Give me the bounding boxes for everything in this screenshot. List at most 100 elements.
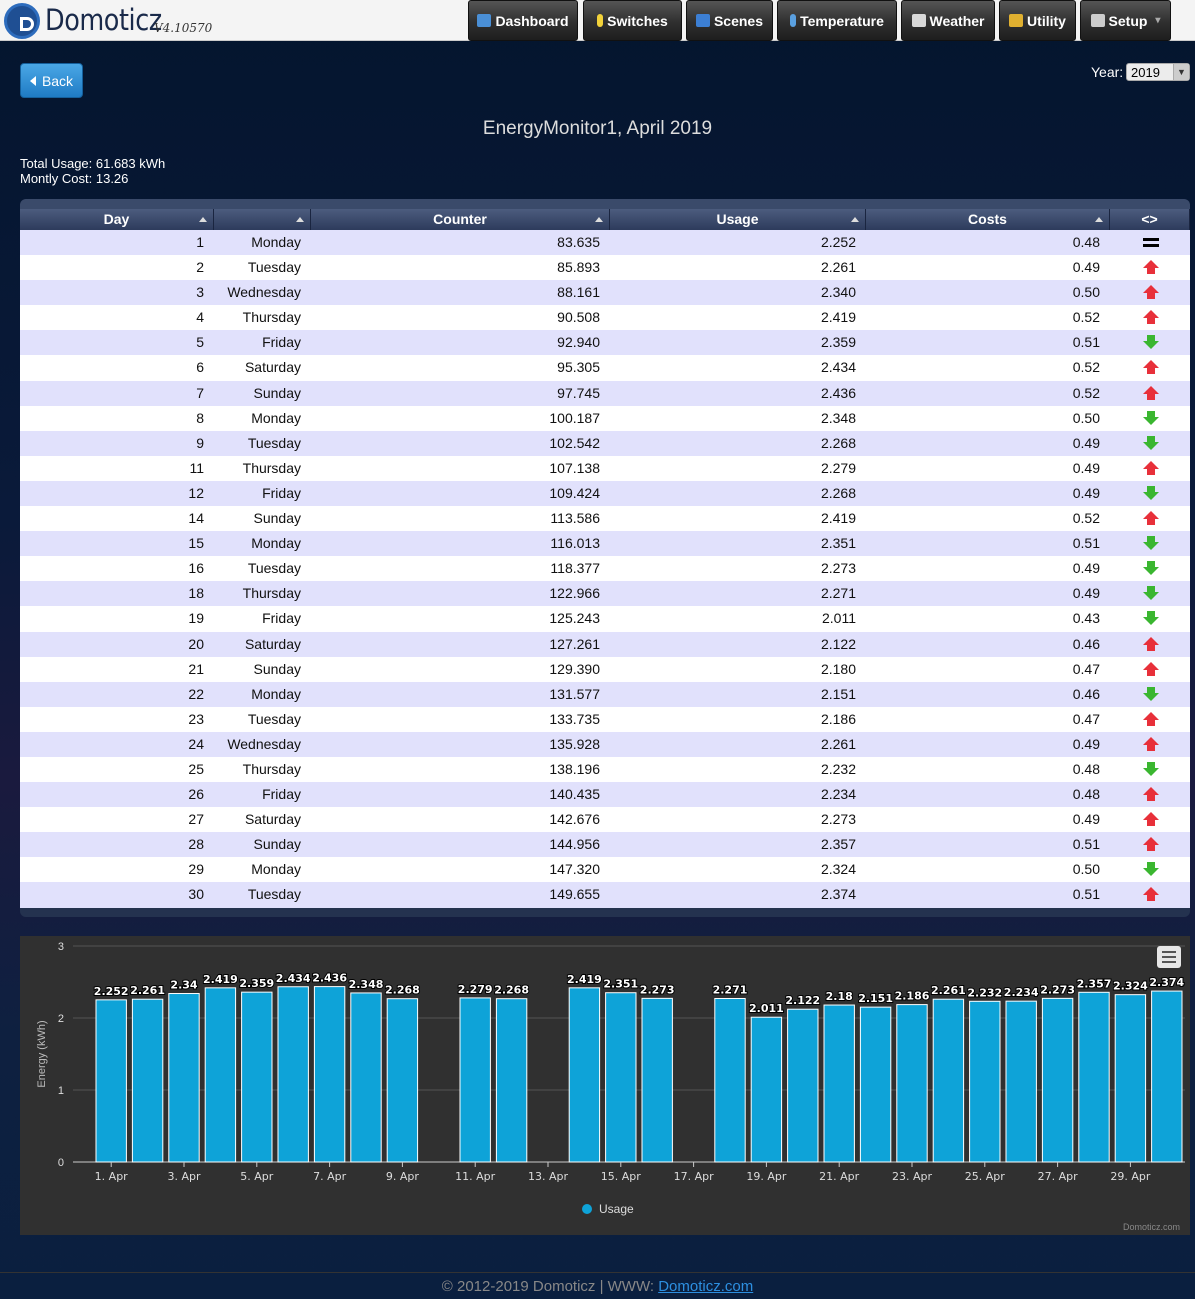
nav-label: Switches bbox=[607, 12, 668, 29]
chevron-down-icon: ▼ bbox=[1173, 64, 1189, 80]
bar-data-label: 2.268 bbox=[494, 984, 529, 997]
usage-bar bbox=[932, 998, 965, 1163]
bar-data-label: 2.232 bbox=[967, 986, 1002, 999]
table-row: 25 Thursday 138.196 2.232 0.48 bbox=[20, 756, 1190, 783]
nav-weather[interactable]: Weather bbox=[901, 0, 995, 41]
bar-data-label: 2.359 bbox=[239, 977, 274, 990]
cell-counter: 116.013 bbox=[550, 535, 600, 552]
cell-trend bbox=[1110, 882, 1190, 907]
header-weekday[interactable] bbox=[214, 209, 311, 230]
cell-cost: 0.49 bbox=[1072, 434, 1100, 451]
cell-day: 26 bbox=[188, 786, 204, 803]
bar-data-label: 2.273 bbox=[640, 983, 675, 996]
nav-dashboard[interactable]: Dashboard bbox=[468, 0, 578, 41]
bar-data-label: 2.374 bbox=[1149, 976, 1184, 989]
header-trend[interactable]: <> bbox=[1110, 209, 1190, 230]
cell-day: 21 bbox=[188, 660, 204, 677]
header-counter[interactable]: Counter bbox=[311, 209, 610, 230]
cell-cost: 0.51 bbox=[1072, 334, 1100, 351]
bar-data-label: 2.122 bbox=[785, 994, 820, 1007]
cell-day: 23 bbox=[188, 710, 204, 727]
cell-cost: 0.52 bbox=[1072, 309, 1100, 326]
year-select[interactable]: 2019 ▼ bbox=[1126, 63, 1190, 81]
cell-weekday: Sunday bbox=[253, 384, 301, 401]
cell-day: 19 bbox=[188, 610, 204, 627]
usage-bar bbox=[750, 1016, 783, 1163]
cell-cost: 0.52 bbox=[1072, 384, 1100, 401]
scenes-icon bbox=[695, 14, 710, 27]
cell-counter: 122.966 bbox=[549, 585, 600, 602]
cell-usage: 2.261 bbox=[820, 259, 856, 276]
cell-cost: 0.51 bbox=[1072, 886, 1100, 903]
cell-day: 4 bbox=[196, 309, 204, 326]
bar-data-label: 2.324 bbox=[1113, 980, 1148, 993]
x-tick-label: 25. Apr bbox=[965, 1170, 1005, 1183]
x-tick-label: 5. Apr bbox=[240, 1170, 273, 1183]
back-label: Back bbox=[41, 72, 74, 89]
header-day[interactable]: Day bbox=[20, 209, 214, 230]
cell-usage: 2.419 bbox=[820, 510, 856, 527]
cell-cost: 0.49 bbox=[1072, 459, 1100, 476]
usage-bar bbox=[350, 992, 382, 1163]
chart-menu-icon[interactable] bbox=[1157, 946, 1181, 968]
x-tick-label: 21. Apr bbox=[819, 1170, 859, 1183]
cell-counter: 100.187 bbox=[549, 409, 600, 426]
cell-trend bbox=[1110, 431, 1190, 456]
cell-cost: 0.49 bbox=[1072, 560, 1100, 577]
header-costs[interactable]: Costs bbox=[866, 209, 1110, 230]
cell-counter: 113.586 bbox=[550, 510, 600, 527]
y-tick-label: 3 bbox=[58, 941, 64, 953]
footer-link[interactable]: Domoticz.com bbox=[658, 1278, 753, 1295]
arrow-down-icon bbox=[1143, 335, 1159, 350]
usage-bar bbox=[969, 1000, 1001, 1163]
nav-utility[interactable]: Utility bbox=[999, 0, 1076, 41]
nav-switches[interactable]: Switches bbox=[583, 0, 682, 41]
cell-cost: 0.49 bbox=[1072, 259, 1100, 276]
table-row: 19 Friday 125.243 2.011 0.43 bbox=[20, 606, 1190, 632]
bar-data-label: 2.357 bbox=[1077, 977, 1112, 990]
bar-data-label: 2.234 bbox=[1004, 986, 1039, 999]
nav-temperature[interactable]: Temperature bbox=[777, 0, 897, 41]
x-tick-label: 15. Apr bbox=[601, 1170, 641, 1183]
cell-counter: 144.956 bbox=[549, 836, 600, 853]
cell-usage: 2.434 bbox=[820, 359, 856, 376]
footer-text: © 2012-2019 Domoticz | WWW: bbox=[441, 1278, 659, 1295]
usage-bar bbox=[823, 1004, 855, 1163]
cell-trend bbox=[1110, 807, 1190, 832]
back-button[interactable]: Back bbox=[20, 63, 83, 98]
cell-weekday: Sunday bbox=[253, 836, 301, 853]
cell-trend bbox=[1110, 230, 1190, 255]
cell-trend bbox=[1110, 632, 1190, 657]
cell-counter: 92.940 bbox=[557, 334, 600, 351]
cell-trend bbox=[1110, 506, 1190, 531]
cell-counter: 118.377 bbox=[550, 560, 600, 577]
cell-day: 29 bbox=[188, 861, 204, 878]
bar-data-label: 2.186 bbox=[895, 990, 930, 1003]
cell-trend bbox=[1110, 581, 1190, 606]
domoticz-logo-icon[interactable] bbox=[4, 3, 40, 39]
cell-weekday: Monday bbox=[251, 685, 301, 702]
cell-weekday: Thursday bbox=[242, 309, 301, 326]
cell-cost: 0.48 bbox=[1072, 234, 1100, 250]
cell-day: 15 bbox=[188, 535, 204, 552]
nav-setup[interactable]: Setup ▾ bbox=[1080, 0, 1171, 41]
cell-trend bbox=[1110, 280, 1190, 305]
arrow-down-icon bbox=[1143, 862, 1159, 877]
table-row: 29 Monday 147.320 2.324 0.50 bbox=[20, 857, 1190, 883]
cell-weekday: Sunday bbox=[253, 510, 301, 527]
cell-cost: 0.48 bbox=[1072, 760, 1100, 777]
nav-scenes[interactable]: Scenes bbox=[686, 0, 773, 41]
chevron-down-icon: ▾ bbox=[1155, 15, 1161, 26]
table-row: 12 Friday 109.424 2.268 0.49 bbox=[20, 480, 1190, 507]
arrow-down-icon bbox=[1143, 586, 1159, 601]
header-usage[interactable]: Usage bbox=[610, 209, 866, 230]
cell-day: 11 bbox=[189, 459, 204, 476]
cell-counter: 83.635 bbox=[557, 234, 600, 250]
usage-bar bbox=[168, 993, 200, 1163]
usage-bar bbox=[241, 991, 273, 1163]
dashboard-icon bbox=[477, 14, 492, 27]
cell-counter: 147.320 bbox=[549, 861, 600, 878]
cell-trend bbox=[1110, 355, 1190, 380]
cell-weekday: Saturday bbox=[244, 635, 301, 652]
bar-data-label: 2.261 bbox=[130, 984, 165, 997]
